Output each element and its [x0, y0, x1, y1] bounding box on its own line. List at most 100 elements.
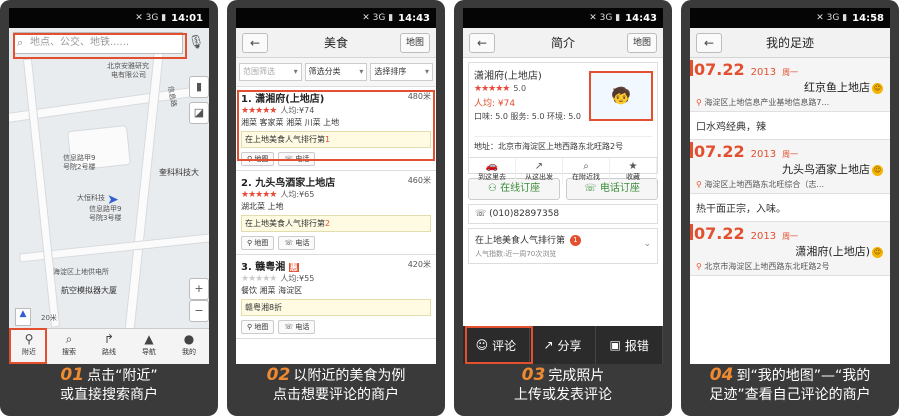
phone-icon: ☏ — [475, 209, 487, 219]
smile-icon: ☺ — [872, 82, 883, 94]
filter-sort[interactable]: 选择排序 — [370, 63, 434, 81]
rating-stars: ★★★★★ — [241, 190, 277, 200]
phone-action-button[interactable]: ☏ 电话 — [278, 320, 316, 334]
rating-stars: ★★★★★ — [241, 106, 277, 116]
step4-caption: 04 到“我的地图”—“我的 足迹”查看自己评论的商户 — [709, 365, 871, 404]
route-icon: ↗ — [534, 161, 544, 172]
pin-icon: ⚲ — [696, 98, 702, 107]
search-icon: ⌕ — [65, 332, 73, 346]
favorite-button[interactable]: ★ 收藏 — [610, 158, 657, 185]
compass-icon[interactable]: ▲ — [15, 308, 31, 326]
phone-screen-2: ✕ 3G ▮ 14:43 ← 美食 地图 范围筛选 筛选分类 选择排序 1. 潇… — [236, 8, 436, 364]
search-icon: ⌕ — [583, 161, 589, 172]
user-icon: ● — [183, 332, 195, 346]
nearby-button[interactable]: ⌕ 在附近找 — [563, 158, 610, 185]
list-item[interactable]: 3. 赣粤湘 惠 420米 ★★★★★ 人均:¥55 餐饮 湘菜 海淀区 赣粤湘8… — [236, 255, 436, 339]
phone-action-button[interactable]: ☏ 电话 — [278, 152, 316, 166]
nav-route[interactable]: ↱ 路线 — [89, 329, 129, 364]
phone-screen-3: ✕ 3G ▮ 14:43 ← 简介 地图 潇湘府(上地店) ★★★★★ 5.0 人… — [463, 8, 663, 364]
action-bar: ☺ 评论 ↗ 分享 ▣ 报错 — [463, 326, 663, 364]
discount-badge: 惠 — [288, 263, 299, 272]
back-button[interactable]: ← — [696, 33, 722, 53]
phone-screen-4: ✕ 3G ▮ 14:58 ← 我的足迹 07.22 2013 周一 红京鱼上地店 ☺ … — [690, 8, 890, 364]
car-icon: 🚗 — [485, 161, 499, 172]
map-action-button[interactable]: ⚲ 地图 — [241, 236, 275, 250]
step2-panel: ✕ 3G ▮ 14:43 ← 美食 地图 范围筛选 筛选分类 选择排序 1. 潇… — [227, 0, 445, 416]
title-bar: ← 简介 地图 — [463, 28, 663, 58]
promo-badge: 赣粤湘8折 — [241, 299, 431, 316]
status-bar: ✕ 3G ▮ 14:58 — [690, 8, 890, 28]
footprint-entry[interactable]: 07.22 2013 周一 潇湘府(上地店) ☺ ⚲ 北京市海淀区上地西路东北旺路2号 — [690, 222, 890, 276]
bottom-nav: ⚲ 附近 ⌕ 搜索 ↱ 路线 ▲ 导航 ● 我的 — [9, 328, 209, 364]
rating-stars: ★★★★★ — [474, 84, 510, 94]
nav-search[interactable]: ⌕ 搜索 — [49, 329, 89, 364]
filter-category[interactable]: 筛选分类 — [304, 63, 368, 81]
go-here-button[interactable]: 🚗 到这里去 — [469, 158, 516, 185]
current-location-icon: ➤ — [107, 192, 119, 208]
list-item[interactable]: 1. 潇湘府(上地店) 480米 ★★★★★ 人均:¥74 湘菜 客家菜 湘菜 川… — [236, 87, 436, 171]
nav-nearby[interactable]: ⚲ 附近 — [9, 329, 49, 364]
status-time: 14:01 — [171, 12, 203, 24]
poi-label: 奎科科技大 — [159, 168, 199, 177]
status-bar: ✕ 3G ▮ 14:01 — [9, 8, 209, 28]
smile-icon: ☺ — [872, 164, 883, 176]
filter-range[interactable]: 范围筛选 — [239, 63, 302, 81]
comment-text: 热干面正宗，入味。 — [690, 194, 890, 222]
layers-icon[interactable]: ◪ — [189, 102, 209, 124]
report-button[interactable]: ▣ 报错 — [596, 326, 663, 364]
filter-bar: 范围筛选 筛选分类 选择排序 — [236, 58, 436, 87]
pin-icon: ⚲ — [696, 180, 702, 189]
traffic-icon[interactable]: ▮ — [189, 76, 209, 98]
step3-caption: 03 完成照片 上传或发表评论 — [514, 365, 612, 404]
map-button[interactable]: 地图 — [627, 33, 657, 53]
title-bar: ← 我的足迹 — [690, 28, 890, 58]
back-button[interactable]: ← — [469, 33, 495, 53]
map-action-button[interactable]: ⚲ 地图 — [241, 320, 275, 334]
page-title: 美食 — [323, 36, 348, 50]
footprint-entry[interactable]: 07.22 2013 周一 九头鸟酒家上地店 ☺ ⚲ 海淀区上地西路东北旺综合（志..… — [690, 140, 890, 194]
chevron-down-icon: ⌄ — [643, 239, 651, 249]
zoom-out-button[interactable]: − — [189, 300, 209, 322]
pin-icon: ⚲ — [24, 332, 34, 346]
step1-panel: ✕ 3G ▮ 14:01 北京安雅研究 电有限公司 信息路 信息路甲9 号院2号… — [0, 0, 218, 416]
navigation-icon: ▲ — [144, 332, 154, 346]
status-bar: ✕ 3G ▮ 14:43 — [463, 8, 663, 28]
rating-stars: ★★★★★ — [241, 274, 277, 284]
share-button[interactable]: ↗ 分享 — [530, 326, 597, 364]
map-button[interactable]: 地图 — [400, 33, 430, 53]
search-input[interactable]: ⌕ 地点、公交、地铁...... — [13, 32, 183, 54]
report-icon: ▣ — [609, 338, 621, 352]
status-bar: ✕ 3G ▮ 14:43 — [236, 8, 436, 28]
phone-action-button[interactable]: ☏ 电话 — [278, 236, 316, 250]
pin-icon: ⚲ — [696, 262, 702, 271]
page-title: 简介 — [550, 36, 575, 50]
title-bar: ← 美食 地图 — [236, 28, 436, 58]
zoom-in-button[interactable]: + — [189, 278, 209, 300]
comment-button[interactable]: ☺ 评论 — [463, 326, 530, 364]
smile-icon: ☺ — [475, 338, 489, 352]
shop-photo[interactable]: 🧒 — [589, 71, 653, 121]
step3-panel: ✕ 3G ▮ 14:43 ← 简介 地图 潇湘府(上地店) ★★★★★ 5.0 人… — [454, 0, 672, 416]
share-icon: ↗ — [543, 338, 554, 352]
route-icon: ↱ — [103, 332, 115, 346]
shop-card: 潇湘府(上地店) ★★★★★ 5.0 人均: ¥74 口味: 5.0 服务: 5.… — [468, 62, 658, 185]
star-icon: ★ — [628, 161, 638, 172]
scale-label: 20米 — [41, 314, 57, 322]
smile-icon: ☺ — [872, 246, 883, 258]
nav-mine[interactable]: ● 我的 — [169, 329, 209, 364]
page-title: 我的足迹 — [765, 36, 814, 50]
rank-badge: 在上地美食人气排行第1 — [241, 131, 431, 148]
phone-screen-1: ✕ 3G ▮ 14:01 北京安雅研究 电有限公司 信息路 信息路甲9 号院2号… — [9, 8, 209, 364]
search-icon: ⌕ — [17, 36, 24, 49]
mic-icon[interactable]: 🎙 — [187, 32, 205, 54]
rank-row[interactable]: 在上地美食人气排行第 1 人气指数:近一周70次浏览 ⌄ — [468, 228, 658, 264]
map-view[interactable]: 北京安雅研究 电有限公司 信息路 信息路甲9 号院2号楼 奎科科技大 大恒科技 … — [9, 28, 209, 328]
map-action-button[interactable]: ⚲ 地图 — [241, 152, 275, 166]
nav-navigation[interactable]: ▲ 导航 — [129, 329, 169, 364]
back-button[interactable]: ← — [242, 33, 268, 53]
step2-caption: 02 以附近的美食为例 点击想要评论的商户 — [266, 365, 406, 404]
phone-row[interactable]: ☏ (010)82897358 — [468, 204, 658, 224]
footprint-entry[interactable]: 07.22 2013 周一 红京鱼上地店 ☺ ⚲ 海淀区上地信息产业基地信息路7... — [690, 58, 890, 112]
start-here-button[interactable]: ↗ 从这出发 — [516, 158, 563, 185]
list-item[interactable]: 2. 九头鸟酒家上地店 460米 ★★★★★ 人均:¥65 湖北菜 上地 在上地美… — [236, 171, 436, 255]
